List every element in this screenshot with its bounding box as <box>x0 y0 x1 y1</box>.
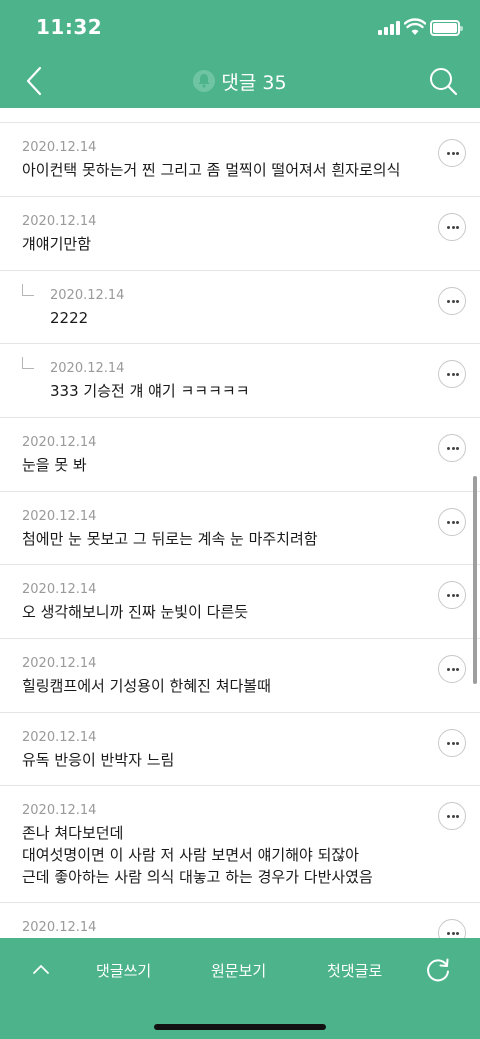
comment-item[interactable]: 2020.12.14 걔얘기만함 <box>0 197 480 271</box>
comment-list[interactable]: 2020.12.14 아이컨택 못하는거 찐 그리고 좀 멀찍이 떨어져서 흰자… <box>0 108 480 938</box>
cellular-signal-icon <box>378 21 400 35</box>
comment-item[interactable]: 2020.12.14 힐링캠프에서 기성용이 한혜진 쳐다볼때 <box>0 639 480 713</box>
more-options-button[interactable] <box>438 213 466 241</box>
page-title-wrap: 댓글 35 <box>0 68 480 95</box>
home-indicator[interactable] <box>154 1024 326 1030</box>
scrollbar-thumb[interactable] <box>473 476 477 684</box>
comment-text-line: 존나 쳐다보던데 <box>22 824 124 842</box>
comment-item[interactable]: 2020.12.14 <box>0 903 480 938</box>
header-bar: 댓글 35 <box>0 54 480 108</box>
comment-text-line: 근데 좋아하는 사람 의식 대놓고 하는 경우가 다반사였음 <box>22 868 373 886</box>
comment-date: 2020.12.14 <box>22 214 97 229</box>
first-comment-button[interactable]: 첫댓글로 <box>327 960 382 981</box>
comment-item[interactable]: 2020.12.14 눈을 못 봐 <box>0 418 480 492</box>
more-options-button[interactable] <box>438 729 466 757</box>
comment-date: 2020.12.14 <box>22 582 97 597</box>
comment-date: 2020.12.14 <box>50 288 125 303</box>
chevron-up-icon[interactable] <box>30 959 52 981</box>
write-comment-button[interactable]: 댓글쓰기 <box>96 960 151 981</box>
more-options-button[interactable] <box>438 919 466 938</box>
bell-icon[interactable] <box>193 70 216 92</box>
comment-text-line: 대여섯명이면 이 사람 저 사람 보면서 얘기해야 되잖아 <box>22 846 359 864</box>
more-options-button[interactable] <box>438 287 466 315</box>
page-title: 댓글 35 <box>221 72 287 94</box>
comment-date: 2020.12.14 <box>22 656 97 671</box>
comment-text: 걔얘기만함 <box>22 235 92 253</box>
comment-item[interactable]: 2020.12.14 첨에만 눈 못보고 그 뒤로는 계속 눈 마주치려함 <box>0 492 480 565</box>
reply-item[interactable]: 2020.12.14 2222 <box>0 271 480 344</box>
more-options-button[interactable] <box>438 360 466 388</box>
search-icon[interactable] <box>428 66 458 96</box>
comment-text: 힐링캠프에서 기성용이 한혜진 쳐다볼때 <box>22 677 271 695</box>
bottom-toolbar: 댓글쓰기 원문보기 첫댓글로 <box>0 938 480 1039</box>
refresh-icon[interactable] <box>424 956 452 984</box>
comment-text: 아이컨택 못하는거 찐 그리고 좀 멀찍이 떨어져서 흰자로의식 <box>22 161 401 179</box>
battery-icon <box>430 20 463 36</box>
more-options-button[interactable] <box>438 802 466 830</box>
reply-indent-icon <box>22 284 34 296</box>
comment-item[interactable]: 2020.12.14 오 생각해보니까 진짜 눈빛이 다른듯 <box>0 565 480 639</box>
comment-text: 첨에만 눈 못보고 그 뒤로는 계속 눈 마주치려함 <box>22 530 318 548</box>
comment-item[interactable]: 2020.12.14 유독 반응이 반박자 느림 <box>0 713 480 786</box>
more-options-button[interactable] <box>438 581 466 609</box>
comment-text: 오 생각해보니까 진짜 눈빛이 다른듯 <box>22 603 249 621</box>
comment-item[interactable]: 2020.12.14 아이컨택 못하는거 찐 그리고 좀 멀찍이 떨어져서 흰자… <box>0 123 480 197</box>
comment-date: 2020.12.14 <box>22 920 97 935</box>
comment-date: 2020.12.14 <box>22 803 97 818</box>
more-options-button[interactable] <box>438 434 466 462</box>
reply-item[interactable]: 2020.12.14 333 기승전 걔 얘기 ㅋㅋㅋㅋㅋ <box>0 344 480 418</box>
status-bar: 11:32 <box>0 0 480 54</box>
reply-indent-icon <box>22 357 34 369</box>
more-options-button[interactable] <box>438 655 466 683</box>
comment-text: 333 기승전 걔 얘기 ㅋㅋㅋㅋㅋ <box>50 382 250 400</box>
comment-date: 2020.12.14 <box>22 509 97 524</box>
comment-item[interactable]: 2020.12.14 존나 쳐다보던데 대여섯명이면 이 사람 저 사람 보면서… <box>0 786 480 903</box>
wifi-icon <box>404 18 426 35</box>
comment-date: 2020.12.14 <box>22 140 97 155</box>
more-options-button[interactable] <box>438 508 466 536</box>
view-original-button[interactable]: 원문보기 <box>211 960 266 981</box>
more-options-button[interactable] <box>438 139 466 167</box>
comment-date: 2020.12.14 <box>50 361 125 376</box>
comment-text: 눈을 못 봐 <box>22 456 87 474</box>
status-time: 11:32 <box>36 15 103 39</box>
comment-date: 2020.12.14 <box>22 730 97 745</box>
comment-text: 2222 <box>50 309 89 327</box>
comment-date: 2020.12.14 <box>22 435 97 450</box>
comment-text: 유독 반응이 반박자 느림 <box>22 751 175 769</box>
